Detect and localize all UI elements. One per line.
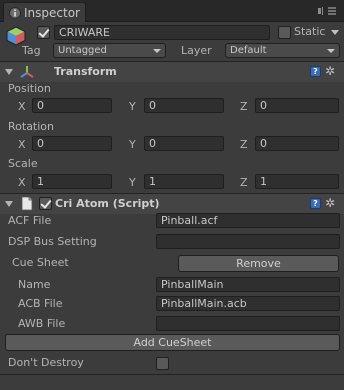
layer-dropdown[interactable]: Default (225, 43, 340, 58)
foldout-arrow-icon[interactable] (5, 69, 13, 75)
scale-z-axis-label: Z (240, 176, 248, 189)
gear-icon[interactable]: ✲ (325, 65, 335, 77)
rotation-x-axis-label: X (18, 138, 26, 151)
static-checkbox[interactable] (278, 26, 291, 39)
tag-dropdown[interactable]: Untagged (53, 43, 166, 58)
cuesheet-label: Cue Sheet (12, 256, 69, 269)
scale-x-axis-label: X (18, 176, 26, 189)
acb-file-field[interactable]: PinballMain.acb (156, 296, 340, 311)
cuesheet-name-label: Name (18, 278, 51, 291)
tab-title: Inspector (24, 6, 80, 20)
scale-label: Scale (8, 157, 38, 170)
criatom-header[interactable]: Cri Atom (Script) ? ✲ (0, 194, 344, 214)
dont-destroy-checkbox[interactable] (156, 357, 169, 370)
acb-file-label: ACB File (18, 297, 63, 310)
awb-file-field[interactable] (156, 316, 340, 331)
position-x-field[interactable]: 0 (32, 98, 112, 113)
tab-bar: Inspector (0, 0, 344, 22)
dsp-bus-field[interactable] (156, 234, 340, 249)
help-icon[interactable]: ? (310, 66, 321, 77)
dont-destroy-label: Don't Destroy (8, 356, 84, 369)
static-label: Static (294, 25, 326, 38)
info-icon (9, 7, 21, 22)
layer-label: Layer (181, 44, 212, 57)
gear-icon[interactable]: ✲ (325, 197, 335, 209)
cuesheet-name-field[interactable]: PinballMain (156, 277, 340, 292)
name-field[interactable]: CRIWARE (54, 25, 270, 40)
foldout-arrow-icon[interactable] (5, 201, 13, 207)
criatom-enabled-checkbox[interactable] (39, 197, 52, 210)
scale-z-field[interactable]: 1 (255, 174, 339, 189)
position-y-field[interactable]: 0 (144, 98, 224, 113)
acf-file-label: ACF File (8, 214, 52, 227)
transform-axes-icon (19, 64, 35, 83)
tag-label: Tag (22, 44, 41, 57)
rotation-x-field[interactable]: 0 (32, 136, 112, 151)
help-icon[interactable]: ? (310, 198, 321, 209)
transform-title: Transform (54, 65, 117, 78)
scale-y-field[interactable]: 1 (144, 174, 224, 189)
remove-button[interactable]: Remove (178, 255, 339, 272)
position-label: Position (8, 82, 51, 95)
criatom-title: Cri Atom (Script) (55, 197, 160, 210)
awb-file-label: AWB File (18, 317, 66, 330)
tab-menu-icon[interactable] (316, 5, 340, 20)
rotation-label: Rotation (8, 120, 55, 133)
active-checkbox[interactable] (37, 26, 50, 39)
position-z-field[interactable]: 0 (255, 98, 339, 113)
dsp-bus-label: DSP Bus Setting (8, 235, 97, 248)
script-file-icon (21, 196, 33, 214)
tab-inspector[interactable]: Inspector (3, 2, 86, 22)
position-z-axis-label: Z (240, 100, 248, 113)
scale-x-field[interactable]: 1 (32, 174, 112, 189)
rotation-z-field[interactable]: 0 (255, 136, 339, 151)
position-y-axis-label: Y (129, 100, 136, 113)
scale-y-axis-label: Y (129, 176, 136, 189)
divider (0, 374, 344, 375)
rotation-z-axis-label: Z (240, 138, 248, 151)
transform-header[interactable]: Transform ? ✲ (0, 62, 344, 82)
position-x-axis-label: X (18, 100, 26, 113)
static-dropdown-icon[interactable] (331, 30, 339, 35)
gameobject-header: CRIWARE Static Tag Untagged Layer Defaul… (0, 22, 344, 62)
rotation-y-field[interactable]: 0 (144, 136, 224, 151)
add-cuesheet-button[interactable]: Add CueSheet (5, 334, 340, 351)
rotation-y-axis-label: Y (129, 138, 136, 151)
acf-file-field[interactable]: Pinball.acf (156, 213, 340, 228)
